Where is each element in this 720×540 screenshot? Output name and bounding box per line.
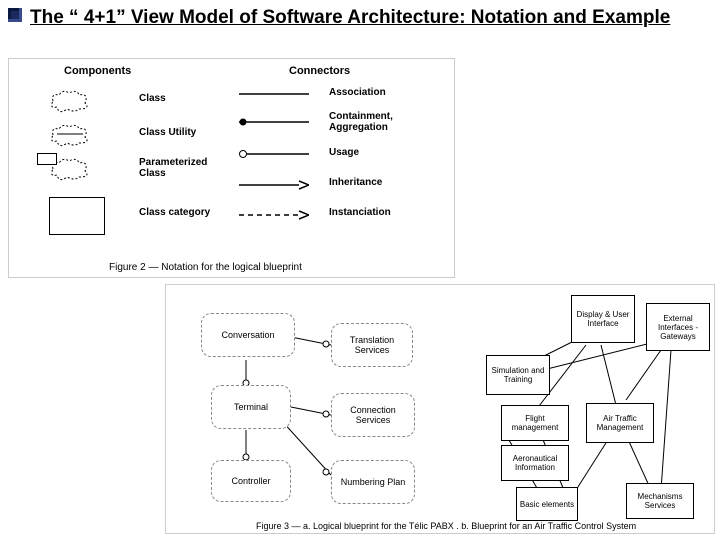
node-label: Conversation — [221, 330, 274, 340]
basic-node: Basic elements — [516, 487, 578, 521]
numbering-node: Numbering Plan — [331, 460, 415, 504]
translation-node: Translation Services — [331, 323, 413, 367]
node-label: Controller — [231, 476, 270, 486]
node-label: Connection Services — [332, 405, 414, 425]
inheritance-line-icon — [239, 179, 309, 191]
node-label: Flight management — [504, 414, 566, 432]
usage-line-icon — [239, 149, 309, 159]
simulation-node: Simulation and Training — [486, 355, 550, 395]
node-label: Simulation and Training — [489, 366, 547, 384]
param-box-icon — [37, 153, 57, 165]
slide-title: The “ 4+1” View Model of Software Archit… — [30, 6, 690, 31]
controller-node: Controller — [211, 460, 291, 502]
class-utility-label: Class Utility — [139, 127, 196, 138]
conversation-node: Conversation — [201, 313, 295, 357]
node-label: Display & User Interface — [574, 310, 632, 328]
atm-node: Air Traffic Management — [586, 403, 654, 443]
node-label: Numbering Plan — [341, 477, 406, 487]
node-label: Aeronautical Information — [504, 454, 566, 472]
usage-label: Usage — [329, 147, 359, 158]
node-label: Basic elements — [520, 500, 574, 509]
instanciation-label: Instanciation — [329, 207, 391, 218]
containment-label: Containment, Aggregation — [329, 111, 419, 133]
connection-node: Connection Services — [331, 393, 415, 437]
association-label: Association — [329, 87, 386, 98]
inheritance-label: Inheritance — [329, 177, 382, 188]
node-label: Translation Services — [332, 335, 412, 355]
node-label: Mechanisms Services — [629, 492, 691, 510]
node-label: Terminal — [234, 402, 268, 412]
category-box-icon — [49, 197, 105, 235]
association-line-icon — [239, 89, 309, 99]
external-node: External Interfaces -Gateways — [646, 303, 710, 351]
figure-3: Conversation Translation Services Termin… — [165, 284, 715, 534]
class-label: Class — [139, 93, 166, 104]
aero-node: Aeronautical Information — [501, 445, 569, 481]
cloud-icon — [49, 87, 91, 113]
param-class-label: Parameterized Class — [139, 157, 229, 179]
display-node: Display & User Interface — [571, 295, 635, 343]
cloud-icon — [49, 121, 91, 147]
terminal-node: Terminal — [211, 385, 291, 429]
category-label: Class category — [139, 207, 210, 218]
figure-2: Components Connectors Class Class Utilit… — [8, 58, 455, 278]
node-label: External Interfaces -Gateways — [649, 314, 707, 341]
containment-line-icon — [239, 117, 309, 127]
figure-3-caption: Figure 3 — a. Logical blueprint for the … — [256, 521, 636, 531]
connectors-header: Connectors — [289, 65, 350, 77]
flight-node: Flight management — [501, 405, 569, 441]
instanciation-line-icon — [239, 209, 309, 221]
components-header: Components — [64, 65, 131, 77]
figure-2-caption: Figure 2 — Notation for the logical blue… — [109, 262, 302, 273]
bullet-icon — [8, 8, 22, 22]
node-label: Air Traffic Management — [589, 414, 651, 432]
mech-node: Mechanisms Services — [626, 483, 694, 519]
